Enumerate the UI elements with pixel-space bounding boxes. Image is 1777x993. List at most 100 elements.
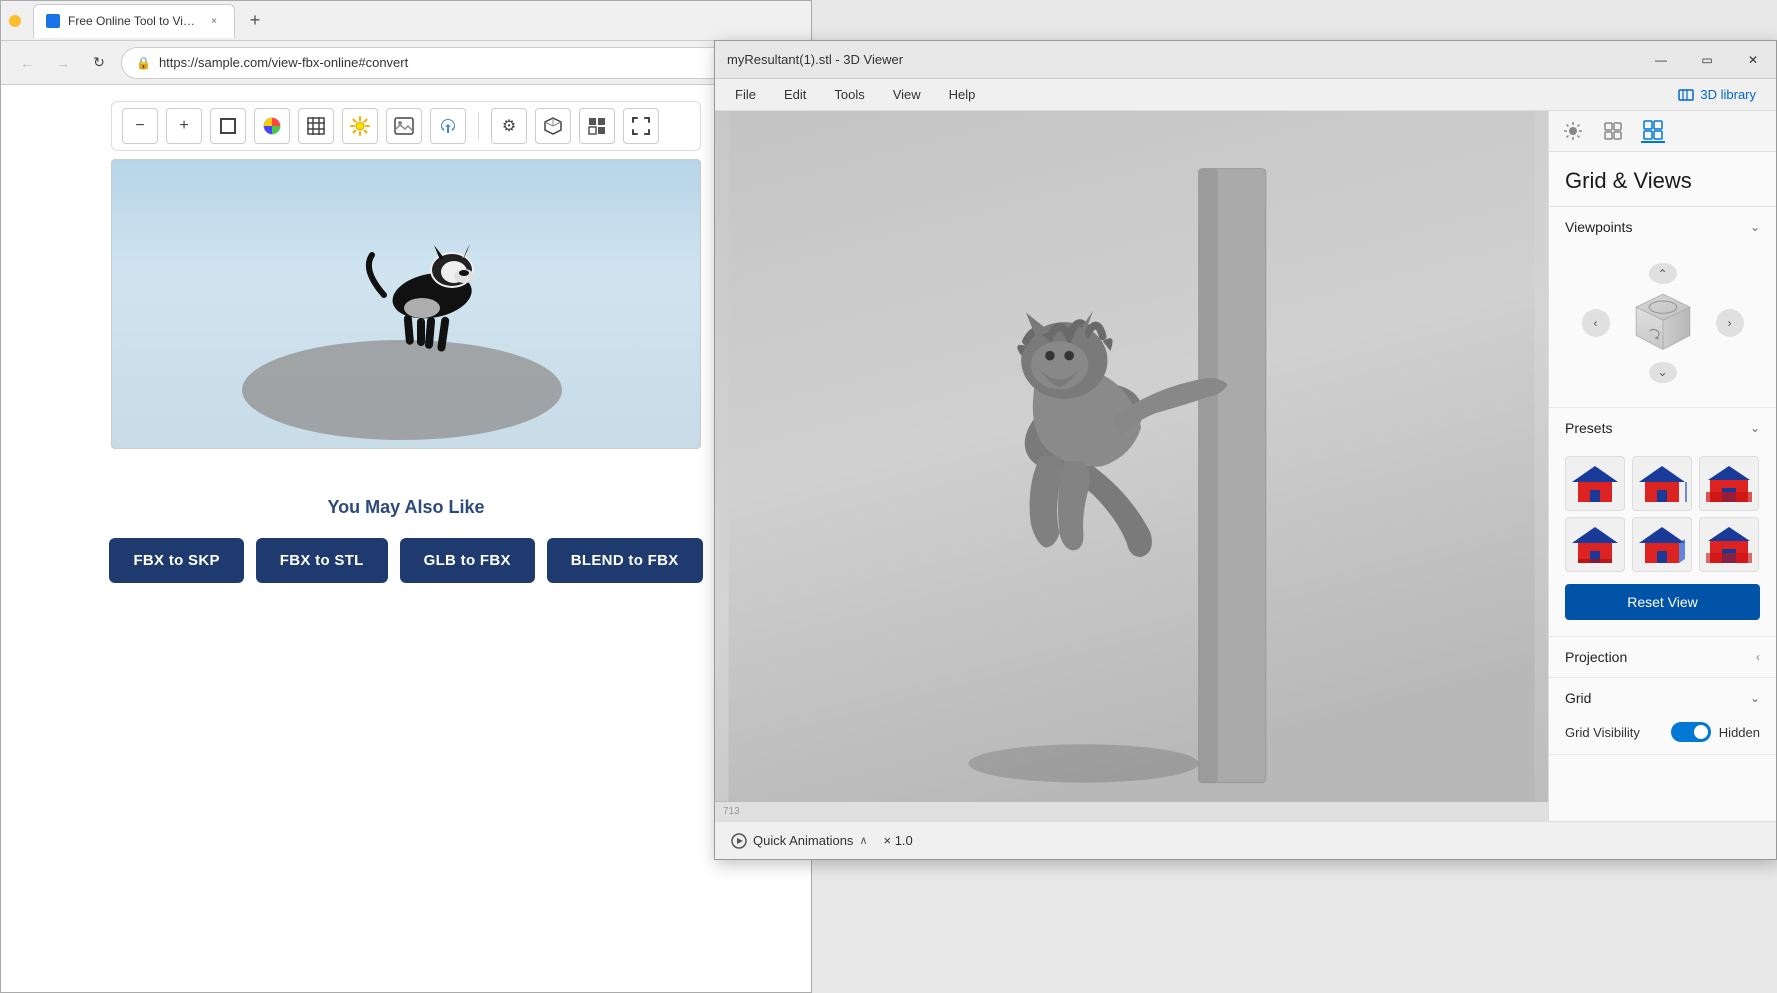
suggestions-section: You May Also Like FBX to SKP FBX to STL … [1, 497, 811, 583]
menu-file[interactable]: File [723, 83, 768, 106]
grid-visibility-controls: Hidden [1671, 722, 1760, 742]
preset-item-5[interactable] [1632, 517, 1692, 572]
library-label: 3D library [1700, 87, 1756, 102]
menu-view[interactable]: View [881, 83, 933, 106]
viewpoints-section: Viewpoints ⌄ ‹ ⌃ [1549, 207, 1776, 408]
grid-visibility-label: Grid Visibility [1565, 725, 1640, 740]
upload-button[interactable] [430, 108, 466, 144]
forward-button[interactable]: → [49, 49, 77, 77]
tab-close-button[interactable]: × [206, 13, 222, 29]
preset-grid [1565, 456, 1760, 572]
menu-edit[interactable]: Edit [772, 83, 818, 106]
preset-item-1[interactable] [1565, 456, 1625, 511]
blend-to-fbx-button[interactable]: BLEND to FBX [547, 538, 703, 583]
viewpoint-down-button[interactable]: ⌄ [1649, 362, 1677, 383]
viewpoint-up-button[interactable]: ⌃ [1649, 263, 1677, 284]
browser-tab[interactable]: Free Online Tool to View 3D F8 × [33, 4, 235, 38]
presets-title: Presets [1565, 420, 1612, 436]
suggestions-title: You May Also Like [1, 497, 811, 518]
preset-item-6[interactable] [1699, 517, 1759, 572]
presets-header[interactable]: Presets ⌄ [1549, 408, 1776, 448]
panel-icon-sun[interactable] [1561, 119, 1585, 143]
browser-titlebar: Free Online Tool to View 3D F8 × + [1, 1, 811, 41]
library-icon [1678, 87, 1694, 103]
viewport-ruler: 713 [715, 801, 1548, 821]
view-cube-button[interactable] [535, 108, 571, 144]
panel-title: Grid & Views [1549, 152, 1776, 207]
viewer-toolbar: − + [111, 101, 701, 151]
zoom-out-button[interactable]: − [122, 108, 158, 144]
presets-section: Presets ⌄ [1549, 408, 1776, 637]
preset-item-2[interactable] [1632, 456, 1692, 511]
app-bottombar: Quick Animations ∧ × 1.0 [715, 821, 1776, 859]
panel-icon-grid-small[interactable] [1601, 119, 1625, 143]
preset-item-4[interactable] [1565, 517, 1625, 572]
grid-button[interactable] [298, 108, 334, 144]
right-panel: Grid & Views Viewpoints ⌄ ‹ [1548, 111, 1776, 821]
menu-help[interactable]: Help [937, 83, 988, 106]
library-button[interactable]: 3D library [1666, 83, 1768, 107]
app-window: myResultant(1).stl - 3D Viewer — ▭ ✕ Fil… [714, 40, 1777, 860]
grid-visibility-toggle[interactable] [1671, 722, 1711, 742]
viewpoint-right-button[interactable]: › [1716, 309, 1744, 337]
lock-icon: 🔒 [136, 56, 151, 70]
app-close-button[interactable]: ✕ [1730, 41, 1776, 79]
zoom-in-button[interactable]: + [166, 108, 202, 144]
grid-title: Grid [1565, 690, 1591, 706]
viewpoints-chevron: ⌄ [1750, 220, 1760, 234]
suggestions-buttons: FBX to SKP FBX to STL GLB to FBX BLEND t… [1, 538, 811, 583]
projection-section[interactable]: Projection ‹ [1549, 637, 1776, 678]
preset-item-3[interactable] [1699, 456, 1759, 511]
fbx-to-stl-button[interactable]: FBX to STL [256, 538, 388, 583]
fullscreen-button[interactable] [623, 108, 659, 144]
app-3d-viewport[interactable]: 713 [715, 111, 1548, 821]
browser-content: − + [1, 85, 811, 992]
grid-header[interactable]: Grid ⌄ [1549, 678, 1776, 718]
fbx-to-skp-button[interactable]: FBX to SKP [109, 538, 243, 583]
3d-scene-svg [715, 111, 1548, 821]
presets-chevron: ⌄ [1750, 421, 1760, 435]
app-window-controls: — ▭ ✕ [1638, 41, 1776, 79]
animations-expand-icon: ∧ [859, 834, 867, 847]
color-button[interactable] [254, 108, 290, 144]
viewpoint-cube[interactable] [1618, 288, 1708, 357]
app-body: 713 [715, 111, 1776, 821]
viewpoints-header[interactable]: Viewpoints ⌄ [1549, 207, 1776, 247]
app-titlebar: myResultant(1).stl - 3D Viewer — ▭ ✕ [715, 41, 1776, 79]
viewpoints-title: Viewpoints [1565, 219, 1632, 235]
reset-view-button[interactable]: Reset View [1565, 584, 1760, 620]
3d-viewport-web[interactable] [111, 159, 701, 449]
light-button[interactable] [342, 108, 378, 144]
animations-label: Quick Animations [753, 833, 853, 848]
settings-button[interactable]: ⚙ [491, 108, 527, 144]
menu-tools[interactable]: Tools [822, 83, 876, 106]
grid-hidden-label: Hidden [1719, 725, 1760, 740]
panel-scroll-area[interactable]: Viewpoints ⌄ ‹ ⌃ [1549, 207, 1776, 821]
browser-window: Free Online Tool to View 3D F8 × + ← → ↻… [0, 0, 812, 993]
viewpoints-body: ‹ ⌃ [1549, 247, 1776, 407]
app-menubar: File Edit Tools View Help 3D library [715, 79, 1776, 111]
glb-to-fbx-button[interactable]: GLB to FBX [400, 538, 535, 583]
view-mode-button[interactable] [579, 108, 615, 144]
panel-icon-grid-views[interactable] [1641, 119, 1665, 143]
tab-title: Free Online Tool to View 3D F8 [68, 14, 198, 28]
image-button[interactable] [386, 108, 422, 144]
animation-speed-label: × 1.0 [884, 833, 913, 848]
grid-section: Grid ⌄ Grid Visibility Hidden [1549, 678, 1776, 755]
minimize-button[interactable] [9, 15, 21, 27]
new-tab-button[interactable]: + [241, 7, 269, 35]
viewpoint-container: ‹ ⌃ [1565, 255, 1760, 391]
frame-button[interactable] [210, 108, 246, 144]
browser-navbar: ← → ↻ 🔒 [1, 41, 811, 85]
quick-animations-button[interactable]: Quick Animations ∧ [731, 833, 868, 849]
app-maximize-button[interactable]: ▭ [1684, 41, 1730, 79]
reload-button[interactable]: ↻ [85, 49, 113, 77]
viewpoint-left-button[interactable]: ‹ [1582, 309, 1610, 337]
animations-icon [731, 833, 747, 849]
back-button[interactable]: ← [13, 49, 41, 77]
url-input[interactable] [159, 55, 784, 70]
app-title: myResultant(1).stl - 3D Viewer [727, 52, 1764, 67]
address-bar[interactable]: 🔒 [121, 47, 799, 79]
app-minimize-button[interactable]: — [1638, 41, 1684, 79]
presets-body: Reset View [1549, 448, 1776, 636]
